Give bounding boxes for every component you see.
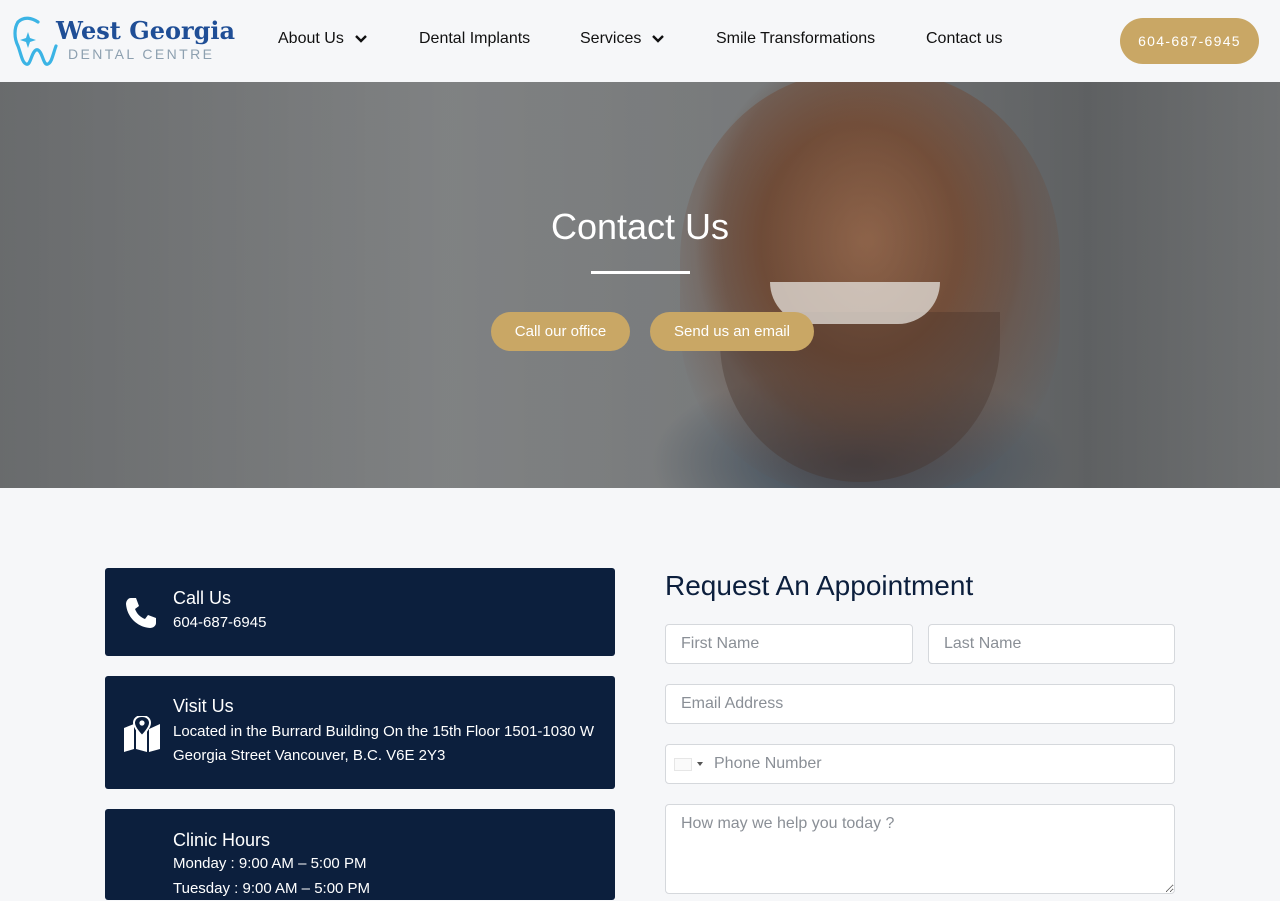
email-input[interactable] bbox=[665, 684, 1175, 724]
nav-smile-transformations[interactable]: Smile Transformations bbox=[716, 30, 875, 48]
phone-icon bbox=[126, 598, 156, 628]
nav-contact-us-label: Contact us bbox=[926, 30, 1003, 47]
nav-contact-us[interactable]: Contact us bbox=[926, 30, 1002, 48]
first-name-input[interactable] bbox=[665, 624, 913, 664]
visit-us-address-line2: Georgia Street Vancouver, B.C. V6E 2Y3 bbox=[173, 747, 446, 764]
call-office-button[interactable]: Call our office bbox=[491, 312, 630, 351]
title-underline bbox=[591, 271, 690, 274]
call-us-card[interactable]: Call Us 604-687-6945 bbox=[105, 568, 615, 656]
nav-services-label: Services bbox=[580, 30, 642, 47]
visit-us-address-line1: Located in the Burrard Building On the 1… bbox=[173, 723, 595, 740]
call-us-phone[interactable]: 604-687-6945 bbox=[173, 611, 266, 635]
chevron-down-icon bbox=[354, 35, 367, 43]
nav-about-us-label: About Us bbox=[278, 30, 344, 47]
last-name-input[interactable] bbox=[928, 624, 1175, 664]
phone-input[interactable] bbox=[714, 745, 1170, 783]
message-textarea[interactable] bbox=[665, 804, 1175, 894]
hero-banner: Contact Us Call our office Send us an em… bbox=[0, 82, 1280, 488]
page-title: Contact Us bbox=[550, 206, 730, 247]
chevron-down-icon bbox=[652, 35, 665, 43]
logo-title: West Georgia bbox=[56, 16, 236, 45]
appointment-form-title: Request An Appointment bbox=[665, 570, 974, 601]
nav-dental-implants[interactable]: Dental Implants bbox=[419, 30, 530, 48]
call-us-title: Call Us bbox=[173, 588, 232, 608]
caret-down-icon[interactable] bbox=[697, 762, 703, 766]
nav-services[interactable]: Services bbox=[580, 30, 665, 48]
hours-tuesday: Tuesday : 9:00 AM – 5:00 PM bbox=[173, 880, 371, 897]
nav-dental-implants-label: Dental Implants bbox=[419, 30, 531, 47]
clinic-hours-title: Clinic Hours bbox=[173, 830, 271, 850]
nav-smile-transformations-label: Smile Transformations bbox=[716, 30, 876, 47]
site-logo[interactable]: West Georgia DENTAL CENTRE bbox=[12, 14, 235, 68]
send-email-button[interactable]: Send us an email bbox=[650, 312, 814, 351]
map-pin-icon bbox=[124, 716, 160, 752]
visit-us-card: Visit Us Located in the Burrard Building… bbox=[105, 676, 615, 789]
phone-field bbox=[665, 744, 1175, 784]
hours-monday: Monday : 9:00 AM – 5:00 PM bbox=[173, 855, 367, 872]
country-flag-icon[interactable] bbox=[674, 758, 692, 771]
visit-us-title: Visit Us bbox=[173, 696, 234, 716]
clinic-hours-card: Clinic Hours Monday : 9:00 AM – 5:00 PM … bbox=[105, 809, 615, 900]
site-header: West Georgia DENTAL CENTRE About Us Dent… bbox=[0, 0, 1280, 82]
nav-about-us[interactable]: About Us bbox=[278, 30, 368, 48]
header-phone-button[interactable]: 604-687-6945 bbox=[1120, 18, 1259, 64]
logo-subtitle: DENTAL CENTRE bbox=[68, 46, 215, 62]
